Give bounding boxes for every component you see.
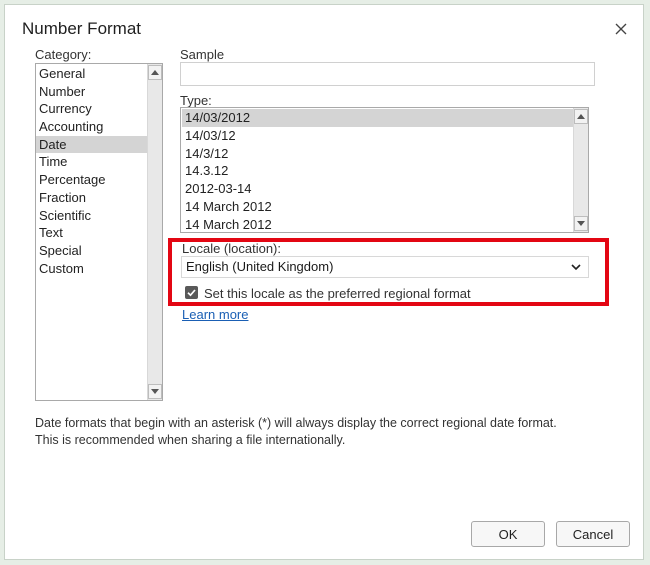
category-item-percentage[interactable]: Percentage (36, 171, 147, 189)
scroll-down-arrow-icon (577, 221, 585, 226)
category-scrollbar[interactable] (147, 64, 162, 400)
scroll-up-arrow-icon (577, 114, 585, 119)
type-item[interactable]: 14.3.12 (182, 162, 573, 180)
category-item-custom[interactable]: Custom (36, 260, 147, 278)
type-scroll-up-button[interactable] (574, 109, 588, 124)
category-item-scientific[interactable]: Scientific (36, 207, 147, 225)
type-item[interactable]: 2012-03-14 (182, 180, 573, 198)
category-scroll-down-button[interactable] (148, 384, 162, 399)
note-line-1: Date formats that begin with an asterisk… (35, 416, 557, 430)
category-item-accounting[interactable]: Accounting (36, 118, 147, 136)
cancel-button[interactable]: Cancel (556, 521, 630, 547)
learn-more-link[interactable]: Learn more (182, 307, 248, 322)
type-label: Type: (180, 93, 212, 108)
category-item-number[interactable]: Number (36, 83, 147, 101)
scroll-up-arrow-icon (151, 70, 159, 75)
category-item-special[interactable]: Special (36, 242, 147, 260)
category-item-time[interactable]: Time (36, 153, 147, 171)
type-list[interactable]: 14/03/2012 14/03/12 14/3/12 14.3.12 2012… (180, 107, 589, 233)
sample-preview-box (180, 62, 595, 86)
dialog-title: Number Format (22, 19, 142, 38)
category-scroll-up-button[interactable] (148, 65, 162, 80)
type-item[interactable]: 14 March 2012 (182, 198, 573, 216)
scroll-down-arrow-icon (151, 389, 159, 394)
close-button[interactable] (609, 17, 633, 41)
ok-button[interactable]: OK (471, 521, 545, 547)
highlight-frame (168, 238, 609, 306)
type-item[interactable]: 14/03/12 (182, 127, 573, 145)
category-item-general[interactable]: General (36, 65, 147, 83)
note-line-2: This is recommended when sharing a file … (35, 433, 346, 447)
type-scroll-down-button[interactable] (574, 216, 588, 231)
category-label: Category: (35, 47, 92, 62)
category-list[interactable]: General Number Currency Accounting Date … (35, 63, 163, 401)
category-item-date[interactable]: Date (36, 135, 147, 154)
category-item-fraction[interactable]: Fraction (36, 189, 147, 207)
category-item-currency[interactable]: Currency (36, 100, 147, 118)
category-item-text[interactable]: Text (36, 224, 147, 242)
sample-label: Sample (180, 47, 225, 62)
close-icon (615, 23, 627, 35)
type-item[interactable]: 14/03/2012 (182, 109, 573, 127)
type-scrollbar[interactable] (573, 108, 588, 232)
type-item[interactable]: 14/3/12 (182, 145, 573, 163)
type-item[interactable]: 14 March 2012 (182, 216, 573, 234)
number-format-dialog: Number Format Category: General Number C… (4, 4, 644, 560)
